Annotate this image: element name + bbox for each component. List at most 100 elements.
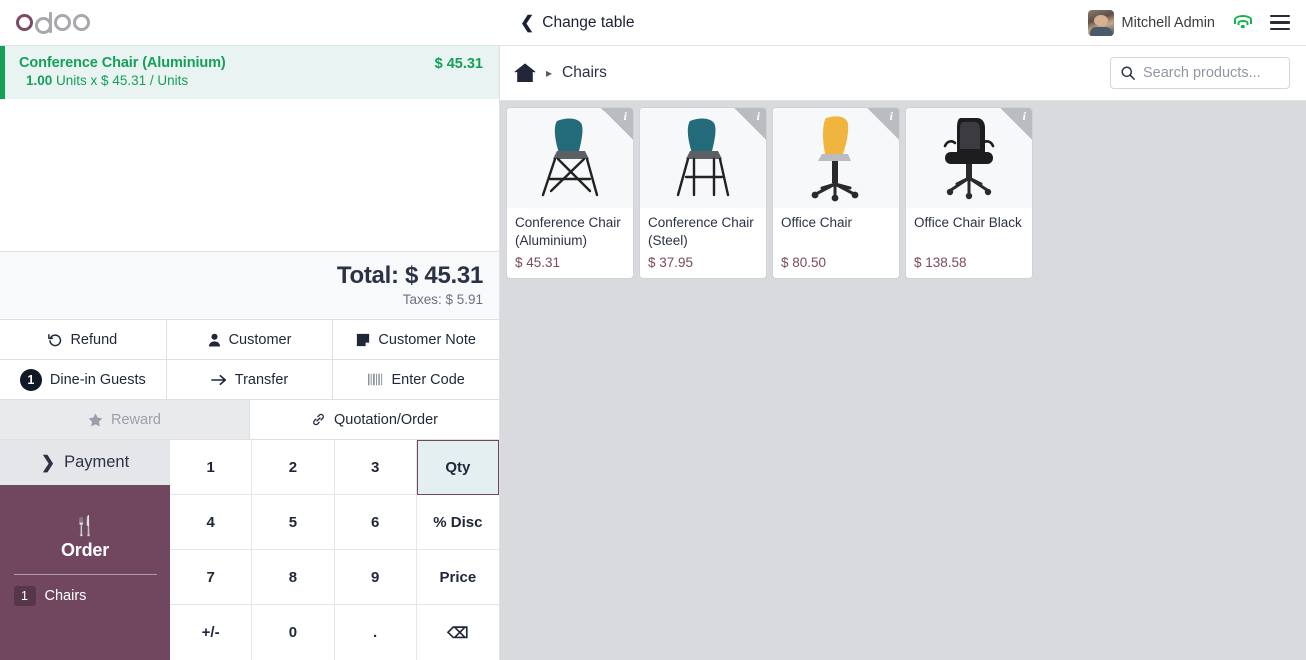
product-name: Conference Chair (Steel) (648, 215, 754, 249)
product-price: $ 45.31 (515, 255, 561, 271)
refund-label: Refund (70, 331, 118, 348)
product-price: $ 80.50 (781, 255, 827, 271)
order-actions: Refund Customer Customer Note 1 Dine-in … (0, 319, 500, 440)
quotation-order-label: Quotation/Order (334, 411, 438, 428)
actions-row-2: 1 Dine-in Guests Transfer Enter Code (0, 360, 500, 400)
numpad-key-5[interactable]: 5 (252, 495, 335, 550)
star-icon (88, 412, 103, 427)
quotation-order-button[interactable]: Quotation/Order (250, 400, 499, 440)
products-header: ▸ Chairs (500, 46, 1306, 101)
arrow-right-icon (210, 374, 227, 386)
order-summary-title: Order (60, 540, 110, 560)
logo-letter-o3 (73, 14, 90, 31)
numpad: 1 2 3 Qty 4 5 6 % Disc 7 8 9 Price +/- 0… (170, 440, 499, 660)
user-menu-button[interactable]: Mitchell Admin (1087, 9, 1215, 36)
info-icon[interactable]: i (1000, 108, 1032, 140)
numpad-key-decimal[interactable]: . (334, 605, 417, 660)
order-line-qty: 1.00 (26, 73, 53, 88)
numpad-key-1[interactable]: 1 (170, 440, 253, 495)
reward-button[interactable]: Reward (0, 400, 250, 440)
product-price: $ 138.58 (914, 255, 967, 271)
payment-button[interactable]: ❯ Payment (0, 440, 170, 485)
order-total: Total: $ 45.31 (336, 262, 483, 289)
numpad-key-9[interactable]: 9 (334, 550, 417, 605)
top-bar: ❮ Change table Mitchell Admin (0, 0, 1306, 46)
numpad-key-0[interactable]: 0 (252, 605, 335, 660)
numpad-key-6[interactable]: 6 (334, 495, 417, 550)
numpad-key-3[interactable]: 3 (334, 440, 417, 495)
order-line-unit-price: Units x $ 45.31 / Units (56, 73, 189, 88)
dine-in-guests-label: Dine-in Guests (49, 371, 146, 388)
product-image: i (906, 108, 1032, 208)
customer-label: Customer (228, 331, 292, 348)
home-icon[interactable] (514, 63, 536, 83)
reward-label: Reward (111, 411, 161, 428)
order-summary-panel: 🍴 Order 1 Chairs (0, 485, 170, 660)
product-image: i (640, 108, 766, 208)
product-grid: i Conference Chair (Aluminium) $ 45.31 i… (500, 101, 1306, 660)
transfer-label: Transfer (234, 371, 289, 388)
main-body: Conference Chair (Aluminium) 1.00 Units … (0, 46, 1306, 660)
enter-code-label: Enter Code (391, 371, 465, 388)
breadcrumb-separator: ▸ (546, 66, 553, 80)
odoo-logo-icon[interactable] (16, 11, 90, 34)
numpad-backspace-icon[interactable]: ⌫ (416, 605, 499, 660)
avatar (1087, 9, 1114, 36)
numpad-mode-qty[interactable]: Qty (416, 440, 499, 495)
numpad-mode-price[interactable]: Price (416, 550, 499, 605)
order-category-name: Chairs (44, 588, 87, 604)
refund-button[interactable]: Refund (0, 320, 167, 360)
guest-count-badge: 1 (19, 368, 42, 391)
product-card[interactable]: i Conference Chair (Aluminium) $ 45.31 (506, 107, 634, 280)
order-line-product-name: Conference Chair (Aluminium) (19, 55, 226, 71)
product-name: Conference Chair (Aluminium) (515, 215, 621, 249)
order-panel-left: Conference Chair (Aluminium) 1.00 Units … (0, 46, 500, 660)
customer-button[interactable]: Customer (166, 320, 334, 360)
dine-in-guests-button[interactable]: 1 Dine-in Guests (0, 360, 167, 400)
change-table-label: Change table (542, 13, 635, 31)
numpad-key-7[interactable]: 7 (170, 550, 253, 605)
order-category-count: 1 (13, 586, 36, 606)
change-table-button[interactable]: ❮ Change table (520, 14, 634, 32)
numpad-key-sign[interactable]: +/- (170, 605, 253, 660)
search-box[interactable] (1110, 57, 1290, 89)
logo-area (0, 11, 500, 34)
breadcrumb: ▸ Chairs (514, 63, 607, 83)
breadcrumb-category[interactable]: Chairs (562, 64, 607, 82)
order-taxes: Taxes: $ 5.91 (402, 292, 483, 307)
logo-letter-o2 (54, 14, 71, 31)
wifi-icon[interactable] (1233, 15, 1252, 30)
product-name: Office Chair (781, 215, 853, 230)
chevron-left-icon: ❮ (520, 13, 535, 32)
user-icon (208, 333, 221, 347)
product-card[interactable]: i Office Chair $ 80.50 (772, 107, 900, 280)
customer-note-button[interactable]: Customer Note (333, 320, 500, 360)
info-icon[interactable]: i (867, 108, 899, 140)
order-line[interactable]: Conference Chair (Aluminium) 1.00 Units … (0, 46, 499, 99)
enter-code-button[interactable]: Enter Code (333, 360, 500, 400)
numpad-key-2[interactable]: 2 (252, 440, 335, 495)
product-card[interactable]: i Conference Chair (Steel) $ 37.95 (639, 107, 767, 280)
numpad-mode-discount[interactable]: % Disc (416, 495, 499, 550)
order-totals: Total: $ 45.31 Taxes: $ 5.91 (0, 251, 499, 319)
product-card[interactable]: i Office Chair Black $ 138.58 (905, 107, 1033, 280)
product-name: Office Chair Black (914, 215, 1022, 230)
numpad-key-8[interactable]: 8 (252, 550, 335, 605)
search-input[interactable] (1143, 65, 1279, 81)
order-line-detail: 1.00 Units x $ 45.31 / Units (19, 73, 226, 88)
numpad-key-4[interactable]: 4 (170, 495, 253, 550)
products-panel: ▸ Chairs Search products... i Conference… (500, 46, 1306, 660)
logo-letter-o1 (16, 14, 33, 31)
search-icon (1121, 66, 1135, 80)
payment-and-order-summary: ❯ Payment 🍴 Order 1 Chairs (0, 440, 170, 660)
order-category-row: 1 Chairs (13, 586, 157, 606)
hamburger-menu-icon[interactable] (1270, 15, 1290, 30)
actions-row-3: Reward Quotation/Order (0, 400, 499, 440)
barcode-icon (367, 373, 384, 386)
chevron-right-icon: ❯ (40, 453, 56, 472)
payment-label: Payment (64, 453, 130, 471)
order-lines-list: Conference Chair (Aluminium) 1.00 Units … (0, 46, 499, 251)
transfer-button[interactable]: Transfer (166, 360, 334, 400)
info-icon[interactable]: i (734, 108, 766, 140)
info-icon[interactable]: i (601, 108, 633, 140)
